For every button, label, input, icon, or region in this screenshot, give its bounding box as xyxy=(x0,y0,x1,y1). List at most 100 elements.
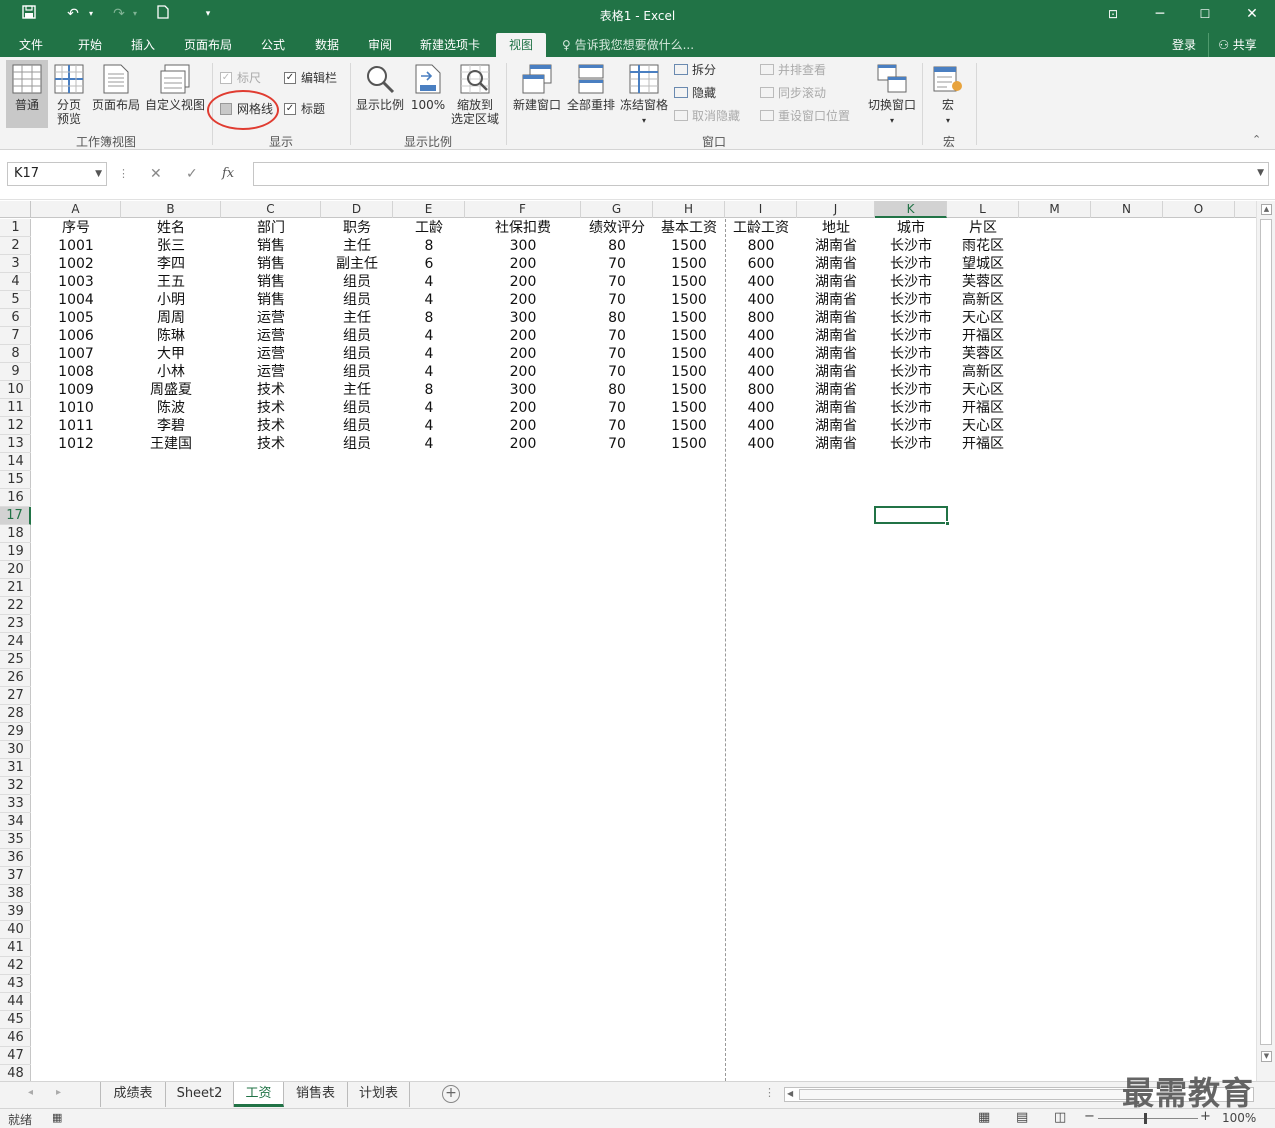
row-header-42[interactable]: 42 xyxy=(0,957,31,975)
cell-j6[interactable]: 湖南省 xyxy=(797,309,875,327)
cell-j9[interactable]: 湖南省 xyxy=(797,363,875,381)
row-header-26[interactable]: 26 xyxy=(0,669,31,687)
tab-split-handle-icon[interactable]: ⋮ xyxy=(764,1086,775,1099)
cell-i13[interactable]: 400 xyxy=(725,435,797,453)
cell-h7[interactable]: 1500 xyxy=(653,327,725,345)
formula-bar-checkbox[interactable]: ✓ 编辑栏 xyxy=(284,70,344,86)
cell-a13[interactable]: 1012 xyxy=(31,435,121,453)
cell-a8[interactable]: 1007 xyxy=(31,345,121,363)
cell-k3[interactable]: 长沙市 xyxy=(875,255,947,273)
cell-i2[interactable]: 800 xyxy=(725,237,797,255)
page-break-preview-button[interactable]: 分页 预览 xyxy=(50,64,88,126)
row-header-10[interactable]: 10 xyxy=(0,381,31,399)
row-header-1[interactable]: 1 xyxy=(0,219,31,237)
cell-k1[interactable]: 城市 xyxy=(875,219,947,237)
tab-formulas[interactable]: 公式 xyxy=(250,33,296,57)
cell-g1[interactable]: 绩效评分 xyxy=(581,219,653,237)
cell-f11[interactable]: 200 xyxy=(465,399,581,417)
cell-l6[interactable]: 天心区 xyxy=(947,309,1019,327)
row-header-23[interactable]: 23 xyxy=(0,615,31,633)
zoom-button[interactable]: 显示比例 xyxy=(354,64,406,112)
cell-j11[interactable]: 湖南省 xyxy=(797,399,875,417)
cell-i5[interactable]: 400 xyxy=(725,291,797,309)
cell-j3[interactable]: 湖南省 xyxy=(797,255,875,273)
row-header-28[interactable]: 28 xyxy=(0,705,31,723)
cell-h1[interactable]: 基本工资 xyxy=(653,219,725,237)
cell-d1[interactable]: 职务 xyxy=(321,219,393,237)
cell-h12[interactable]: 1500 xyxy=(653,417,725,435)
name-box[interactable]: K17 ▼ xyxy=(7,162,107,186)
row-header-5[interactable]: 5 xyxy=(0,291,31,309)
cell-c12[interactable]: 技术 xyxy=(221,417,321,435)
row-header-30[interactable]: 30 xyxy=(0,741,31,759)
cell-k4[interactable]: 长沙市 xyxy=(875,273,947,291)
cell-c7[interactable]: 运营 xyxy=(221,327,321,345)
normal-view-status-icon[interactable]: ▦ xyxy=(978,1110,990,1125)
row-header-17[interactable]: 17 xyxy=(0,507,31,525)
normal-view-button[interactable]: 普通 xyxy=(6,60,48,128)
cell-k6[interactable]: 长沙市 xyxy=(875,309,947,327)
cell-d5[interactable]: 组员 xyxy=(321,291,393,309)
column-header-b[interactable]: B xyxy=(121,201,221,218)
cell-k11[interactable]: 长沙市 xyxy=(875,399,947,417)
arrange-all-button[interactable]: 全部重排 xyxy=(565,64,617,112)
cell-l1[interactable]: 片区 xyxy=(947,219,1019,237)
next-sheet-icon[interactable]: ▸ xyxy=(56,1087,61,1098)
login-link[interactable]: 登录 xyxy=(1162,33,1206,57)
zoom-selection-button[interactable]: 缩放到 选定区域 xyxy=(450,64,500,126)
column-header-h[interactable]: H xyxy=(653,201,725,218)
cell-h4[interactable]: 1500 xyxy=(653,273,725,291)
cell-f4[interactable]: 200 xyxy=(465,273,581,291)
zoom-slider[interactable] xyxy=(1098,1118,1198,1119)
cell-e7[interactable]: 4 xyxy=(393,327,465,345)
column-header-o[interactable]: O xyxy=(1163,201,1235,218)
cell-c3[interactable]: 销售 xyxy=(221,255,321,273)
cell-f8[interactable]: 200 xyxy=(465,345,581,363)
row-header-38[interactable]: 38 xyxy=(0,885,31,903)
cell-i9[interactable]: 400 xyxy=(725,363,797,381)
cell-i3[interactable]: 600 xyxy=(725,255,797,273)
cell-d10[interactable]: 主任 xyxy=(321,381,393,399)
ribbon-display-icon[interactable]: ⊡ xyxy=(1098,4,1128,24)
scroll-down-icon[interactable]: ▼ xyxy=(1261,1051,1272,1062)
chevron-down-icon[interactable]: ▼ xyxy=(95,163,102,185)
vertical-scrollbar[interactable]: ▲ ▼ xyxy=(1256,201,1275,1081)
cell-k5[interactable]: 长沙市 xyxy=(875,291,947,309)
row-header-21[interactable]: 21 xyxy=(0,579,31,597)
row-header-43[interactable]: 43 xyxy=(0,975,31,993)
zoom-slider-thumb[interactable] xyxy=(1144,1113,1147,1124)
cell-i4[interactable]: 400 xyxy=(725,273,797,291)
cell-d11[interactable]: 组员 xyxy=(321,399,393,417)
cell-h5[interactable]: 1500 xyxy=(653,291,725,309)
add-sheet-icon[interactable]: + xyxy=(442,1085,460,1103)
cell-e13[interactable]: 4 xyxy=(393,435,465,453)
cell-j5[interactable]: 湖南省 xyxy=(797,291,875,309)
macro-record-icon[interactable]: ▦ xyxy=(52,1111,62,1124)
cell-d13[interactable]: 组员 xyxy=(321,435,393,453)
cell-i7[interactable]: 400 xyxy=(725,327,797,345)
cell-g5[interactable]: 70 xyxy=(581,291,653,309)
cell-a9[interactable]: 1008 xyxy=(31,363,121,381)
cell-g3[interactable]: 70 xyxy=(581,255,653,273)
cell-h3[interactable]: 1500 xyxy=(653,255,725,273)
switch-windows-button[interactable]: 切换窗口 ▾ xyxy=(864,64,920,128)
prev-sheet-icon[interactable]: ◂ xyxy=(28,1087,33,1098)
row-header-11[interactable]: 11 xyxy=(0,399,31,417)
cell-l3[interactable]: 望城区 xyxy=(947,255,1019,273)
cell-k13[interactable]: 长沙市 xyxy=(875,435,947,453)
cell-j2[interactable]: 湖南省 xyxy=(797,237,875,255)
page-layout-status-icon[interactable]: ▤ xyxy=(1016,1110,1028,1125)
cell-f2[interactable]: 300 xyxy=(465,237,581,255)
cell-e9[interactable]: 4 xyxy=(393,363,465,381)
cell-e5[interactable]: 4 xyxy=(393,291,465,309)
cell-h10[interactable]: 1500 xyxy=(653,381,725,399)
cell-g10[interactable]: 80 xyxy=(581,381,653,399)
cell-f13[interactable]: 200 xyxy=(465,435,581,453)
cell-e4[interactable]: 4 xyxy=(393,273,465,291)
cell-g2[interactable]: 80 xyxy=(581,237,653,255)
cell-f1[interactable]: 社保扣费 xyxy=(465,219,581,237)
row-header-39[interactable]: 39 xyxy=(0,903,31,921)
cell-h2[interactable]: 1500 xyxy=(653,237,725,255)
cancel-icon[interactable]: ✕ xyxy=(150,162,162,186)
cell-d12[interactable]: 组员 xyxy=(321,417,393,435)
